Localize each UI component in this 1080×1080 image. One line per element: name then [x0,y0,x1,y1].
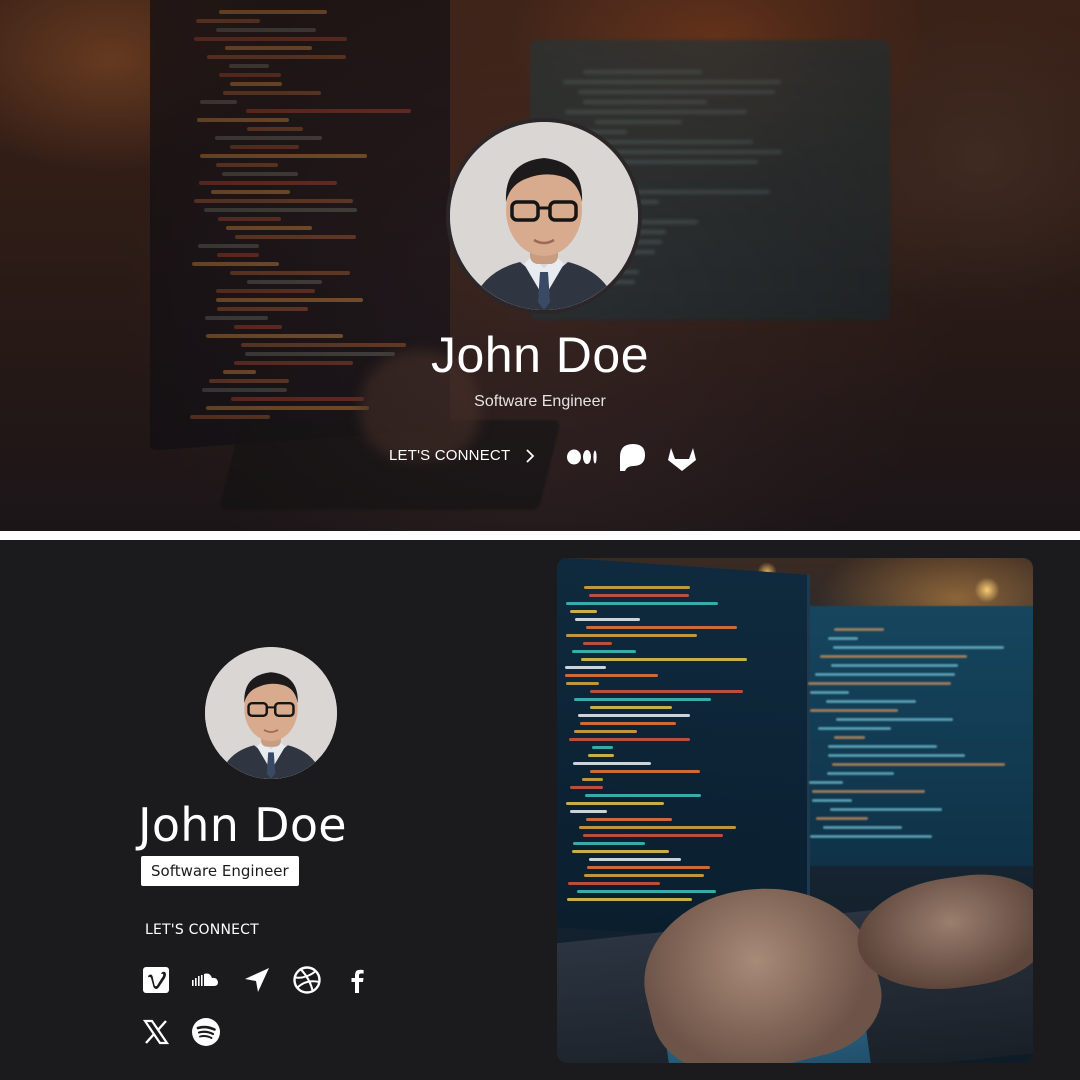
medium-icon[interactable] [565,440,599,474]
spotify-icon[interactable] [191,1017,221,1047]
profile-title-badge: Software Engineer [141,856,299,886]
divider [0,531,1080,540]
laptop-screen [557,558,810,945]
facebook-icon[interactable] [342,965,372,995]
lets-connect-link[interactable]: LET'S CONNECT [389,447,536,464]
location-arrow-icon[interactable] [242,965,272,995]
patreon-icon[interactable] [615,440,649,474]
vimeo-icon[interactable] [141,965,171,995]
x-twitter-icon[interactable] [141,1017,171,1047]
avatar [446,118,642,314]
bottom-profile-card: John Doe Software Engineer LET'S CONNECT [0,540,1080,1080]
dribbble-icon[interactable] [292,965,322,995]
soundcloud-icon[interactable] [190,965,220,995]
profile-name: John Doe [138,798,347,852]
lets-connect-label: LET'S CONNECT [145,922,259,938]
chevron-right-icon [526,448,535,463]
hero-photo [557,558,1033,1063]
gitlab-icon[interactable] [665,440,699,474]
profile-title: Software Engineer [474,393,606,410]
avatar [205,647,337,779]
top-profile-card: John Doe Software Engineer LET'S CONNECT [0,0,1080,531]
profile-name: John Doe [430,327,650,383]
lets-connect-label: LET'S CONNECT [389,447,511,464]
